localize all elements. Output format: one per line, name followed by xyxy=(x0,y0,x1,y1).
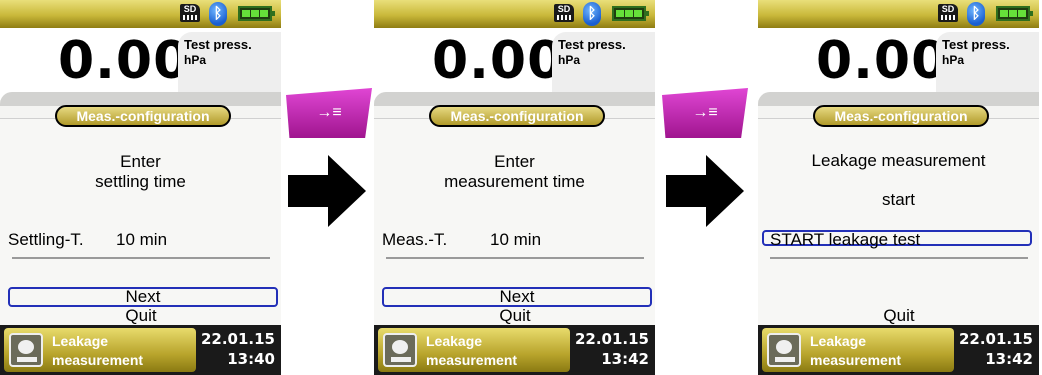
mode-indicator: Leakage measurement xyxy=(4,328,196,372)
unit-title: Test press. xyxy=(558,37,626,52)
leakage-icon xyxy=(767,333,801,367)
date-display: 22.01.15 xyxy=(200,330,275,348)
status-bar: SD ᛒ xyxy=(758,0,1039,28)
config-header: Meas.-configuration xyxy=(813,105,989,127)
divider xyxy=(386,257,644,259)
pressure-value: 0.00 xyxy=(58,31,191,91)
battery-icon xyxy=(612,6,649,21)
menu-item-quit[interactable]: Quit xyxy=(8,307,274,325)
right-arrow-icon-2 xyxy=(666,155,744,227)
sd-card-icon: SD xyxy=(554,4,574,22)
device-screen-1: SD ᛒ 0.00 Test press. hPa Meas.-configur… xyxy=(0,0,281,375)
divider xyxy=(770,257,1028,259)
prompt-line-2: start xyxy=(881,190,916,209)
footer-label-2: measurement xyxy=(426,352,518,368)
bluetooth-icon: ᛒ xyxy=(583,2,601,26)
softkey-button-2[interactable]: →≡ xyxy=(662,88,748,138)
param-label: Meas.-T. xyxy=(382,230,448,249)
bluetooth-icon: ᛒ xyxy=(209,2,227,26)
time-display: 13:42 xyxy=(985,350,1033,368)
unit-title: Test press. xyxy=(942,37,1010,52)
date-display: 22.01.15 xyxy=(574,330,649,348)
prompt-line-2: settling time xyxy=(95,172,186,191)
prompt-line-1: Leakage measurement xyxy=(811,151,986,170)
footer-label-2: measurement xyxy=(810,352,902,368)
battery-icon xyxy=(238,6,275,21)
config-header: Meas.-configuration xyxy=(55,105,231,127)
start-leakage-test-button[interactable]: START leakage test xyxy=(762,230,1032,248)
param-label: Settling-T. xyxy=(8,230,84,249)
footer-label-1: Leakage xyxy=(810,333,867,349)
divider-strip xyxy=(374,92,655,106)
leakage-icon xyxy=(383,333,417,367)
unit-box: Test press. hPa xyxy=(552,32,655,98)
footer-bar: Leakage measurement 22.01.15 13:40 xyxy=(0,325,281,375)
menu-item-next[interactable]: Next xyxy=(382,287,652,307)
unit-box: Test press. hPa xyxy=(178,32,281,98)
battery-icon xyxy=(996,6,1033,21)
footer-label-1: Leakage xyxy=(52,333,109,349)
footer-label-2: measurement xyxy=(52,352,144,368)
param-value[interactable]: 10 min xyxy=(116,230,167,250)
divider-strip xyxy=(758,92,1039,106)
divider-strip xyxy=(0,92,281,106)
footer-label-1: Leakage xyxy=(426,333,483,349)
mode-indicator: Leakage measurement xyxy=(762,328,954,372)
reading-panel: 0.00 Test press. hPa xyxy=(758,28,1039,100)
prompt-line-1: Enter xyxy=(494,152,535,171)
unit-title: Test press. xyxy=(184,37,252,52)
unit-box: Test press. hPa xyxy=(936,32,1039,98)
menu-item-next[interactable]: Next xyxy=(8,287,278,307)
device-screen-3: SD ᛒ 0.00 Test press. hPa Meas.-configur… xyxy=(758,0,1039,375)
right-arrow-icon-1 xyxy=(288,155,366,227)
footer-bar: Leakage measurement 22.01.15 13:42 xyxy=(758,325,1039,375)
mode-indicator: Leakage measurement xyxy=(378,328,570,372)
sd-card-icon: SD xyxy=(180,4,200,22)
softkey-button-1[interactable]: →≡ xyxy=(286,88,372,138)
pressure-value: 0.00 xyxy=(432,31,565,91)
reading-panel: 0.00 Test press. hPa xyxy=(374,28,655,100)
menu-item-quit[interactable]: Quit xyxy=(766,307,1032,325)
device-screen-2: SD ᛒ 0.00 Test press. hPa Meas.-configur… xyxy=(374,0,655,375)
content-area xyxy=(758,118,1039,326)
pressure-value: 0.00 xyxy=(816,31,949,91)
date-display: 22.01.15 xyxy=(958,330,1033,348)
menu-item-quit[interactable]: Quit xyxy=(382,307,648,325)
reading-panel: 0.00 Test press. hPa xyxy=(0,28,281,100)
param-value[interactable]: 10 min xyxy=(490,230,541,250)
unit-label: hPa xyxy=(184,53,207,67)
config-header: Meas.-configuration xyxy=(429,105,605,127)
status-bar: SD ᛒ xyxy=(0,0,281,28)
unit-label: hPa xyxy=(942,53,965,67)
sd-card-icon: SD xyxy=(938,4,958,22)
prompt-line-2: measurement time xyxy=(444,172,585,191)
prompt-line-1: Enter xyxy=(120,152,161,171)
status-bar: SD ᛒ xyxy=(374,0,655,28)
unit-label: hPa xyxy=(558,53,581,67)
footer-bar: Leakage measurement 22.01.15 13:42 xyxy=(374,325,655,375)
bluetooth-icon: ᛒ xyxy=(967,2,985,26)
time-display: 13:40 xyxy=(227,350,275,368)
divider xyxy=(12,257,270,259)
leakage-icon xyxy=(9,333,43,367)
time-display: 13:42 xyxy=(601,350,649,368)
